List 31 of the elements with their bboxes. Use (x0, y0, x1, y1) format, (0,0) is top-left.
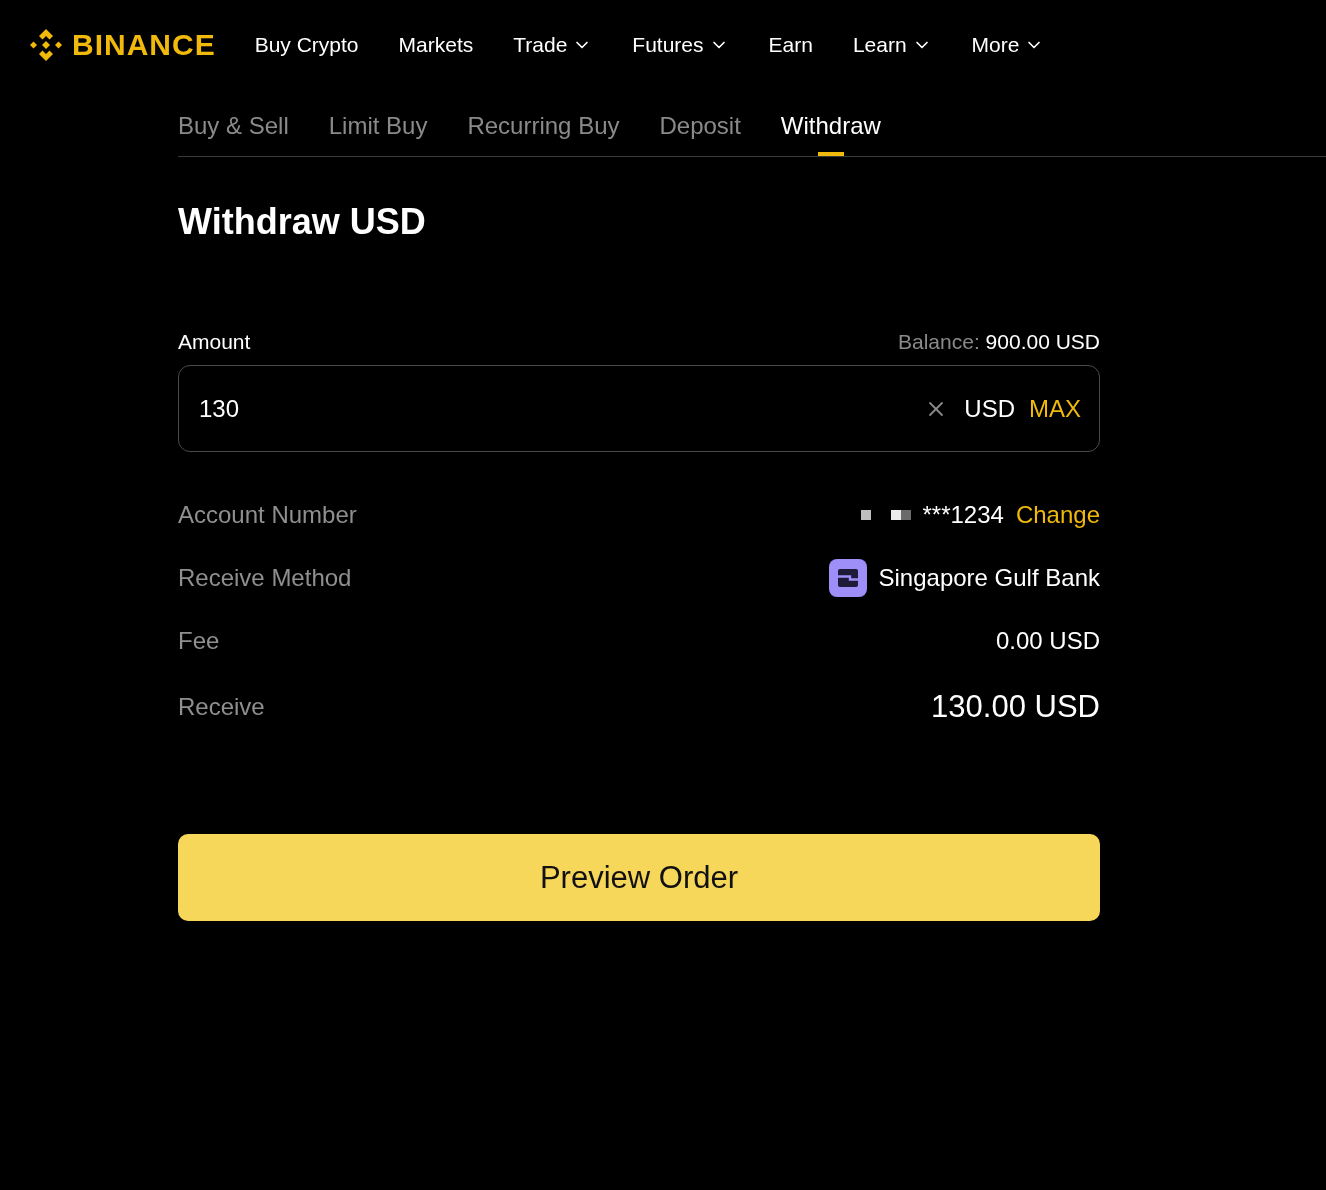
page-title: Withdraw USD (178, 202, 427, 242)
detail-label: Fee (178, 626, 220, 655)
balance-text: Balance: 900.00 USD (898, 330, 1100, 354)
bank-name: Singapore Gulf Bank (878, 563, 1100, 592)
diamond-logo-icon (28, 27, 64, 63)
nav-link[interactable]: Earn (768, 33, 813, 57)
tab[interactable]: Buy & Sell (178, 90, 289, 156)
masked-squares-icon (860, 509, 911, 520)
detail-label: Receive Method (178, 563, 352, 592)
nav-link[interactable]: Learn (852, 33, 932, 57)
detail-label: Receive (178, 693, 265, 721)
detail-value: 0.00 USD (995, 626, 1100, 655)
nav-link[interactable]: Markets (398, 33, 474, 57)
tab[interactable]: Limit Buy (328, 90, 428, 156)
tab[interactable]: Withdraw (780, 90, 881, 156)
nav-link[interactable]: Trade (513, 33, 593, 57)
currency-label: USD (964, 394, 1015, 423)
change-link[interactable]: Change (1015, 500, 1100, 529)
receive-amount: 130.00 USD (931, 689, 1100, 725)
field-label: Amount (178, 330, 251, 354)
max-button[interactable]: MAX (1029, 394, 1081, 423)
nav-link[interactable]: Futures (632, 33, 729, 57)
nav-link[interactable]: More (971, 33, 1045, 57)
account-number: ***1234 (922, 500, 1004, 529)
preview-order-button[interactable]: Preview Order (178, 834, 1100, 921)
bank-logo-icon (828, 558, 867, 597)
logo-wordmark: BINANCE (72, 30, 216, 60)
detail-label: Account Number (178, 500, 357, 529)
tab[interactable]: Recurring Buy (467, 90, 620, 156)
nav-link[interactable]: Buy Crypto (254, 33, 359, 57)
tab[interactable]: Deposit (659, 90, 741, 156)
